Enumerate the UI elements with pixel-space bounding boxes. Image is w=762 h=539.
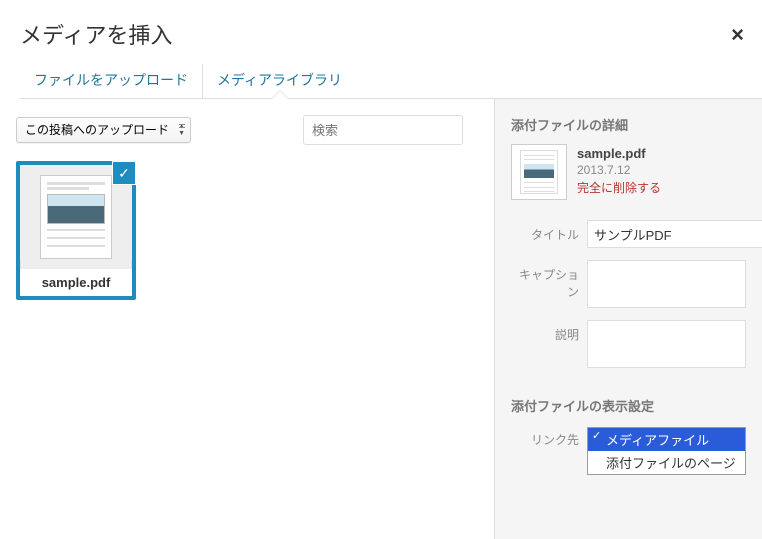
field-description: 説明 [511, 320, 746, 368]
insert-media-modal: メディアを挿入 × ファイルをアップロード メディアライブラリ この投稿へのアッ… [0, 0, 762, 530]
attachment-details-panel: 添付ファイルの詳細 sample.pdf 2013.7.12 完全に削除する タ… [494, 99, 762, 539]
filter-select-wrap: この投稿へのアップロード ▲▼ [16, 117, 191, 143]
dropdown-option-attachment-page[interactable]: 添付ファイルのページ [588, 451, 745, 474]
tab-library[interactable]: メディアライブラリ [203, 64, 356, 98]
delete-link[interactable]: 完全に削除する [577, 179, 661, 196]
modal-header: メディアを挿入 × [0, 0, 762, 50]
display-heading: 添付ファイルの表示設定 [511, 396, 746, 415]
file-thumb [511, 144, 567, 200]
field-link-to: リンク先 メディアファイル 添付ファイルのページ [511, 427, 746, 475]
selected-check-icon[interactable]: ✓ [112, 161, 136, 185]
modal-body: この投稿へのアップロード ▲▼ ✓ sample.pdf [0, 99, 762, 539]
media-grid-panel: この投稿へのアップロード ▲▼ ✓ sample.pdf [0, 99, 494, 539]
file-meta: sample.pdf 2013.7.12 完全に削除する [577, 144, 661, 200]
file-date: 2013.7.12 [577, 163, 661, 177]
file-summary: sample.pdf 2013.7.12 完全に削除する [511, 144, 746, 200]
attachment-thumb[interactable]: ✓ sample.pdf [16, 161, 136, 300]
caption-label: キャプション [511, 260, 587, 300]
doc-mini-icon [520, 150, 558, 194]
link-to-dropdown[interactable]: メディアファイル 添付ファイルのページ [587, 427, 746, 475]
close-icon[interactable]: × [731, 22, 744, 48]
thumb-caption: sample.pdf [20, 269, 132, 296]
file-name: sample.pdf [577, 146, 661, 161]
field-title: タイトル [511, 220, 746, 248]
modal-title: メディアを挿入 [20, 18, 742, 50]
details-heading: 添付ファイルの詳細 [511, 115, 746, 134]
filter-select[interactable]: この投稿へのアップロード [16, 117, 191, 143]
doc-preview-icon [40, 175, 112, 259]
title-label: タイトル [511, 220, 587, 243]
title-input[interactable] [587, 220, 762, 248]
link-to-label: リンク先 [511, 427, 587, 448]
tab-upload[interactable]: ファイルをアップロード [20, 64, 203, 98]
caption-input[interactable] [587, 260, 746, 308]
tab-bar: ファイルをアップロード メディアライブラリ [20, 64, 762, 99]
description-input[interactable] [587, 320, 746, 368]
field-caption: キャプション [511, 260, 746, 308]
dropdown-option-media-file[interactable]: メディアファイル [588, 428, 745, 451]
link-url-input[interactable]: http://www.webantena.net [587, 507, 746, 533]
search-input[interactable] [303, 115, 463, 145]
library-toolbar: この投稿へのアップロード ▲▼ [16, 115, 478, 145]
description-label: 説明 [511, 320, 587, 343]
